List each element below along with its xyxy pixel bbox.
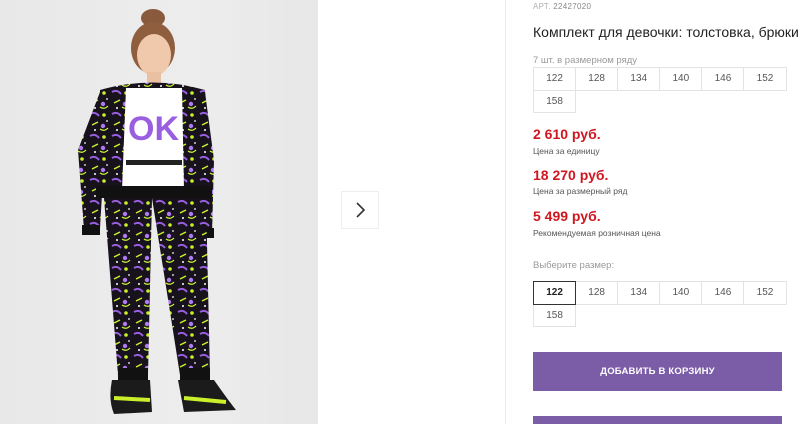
size-range-cell: 122 bbox=[533, 67, 577, 91]
size-option[interactable]: 146 bbox=[701, 281, 745, 305]
size-option[interactable]: 158 bbox=[533, 303, 577, 327]
chevron-right-icon bbox=[356, 202, 366, 218]
size-range-grid: 122 128 134 140 146 152 158 bbox=[533, 67, 787, 113]
range-price: 18 270 руб. bbox=[533, 167, 609, 183]
size-option[interactable]: 134 bbox=[617, 281, 661, 305]
product-photo: OK bbox=[0, 0, 318, 424]
size-option[interactable]: 152 bbox=[743, 281, 787, 305]
size-range-cell: 146 bbox=[701, 67, 745, 91]
size-option[interactable]: 128 bbox=[575, 281, 619, 305]
sku: АРТ. 22427020 bbox=[533, 2, 591, 11]
size-select-grid: 122 128 134 140 146 152 158 bbox=[533, 281, 787, 327]
retail-price-note: Рекомендуемая розничная цена bbox=[533, 228, 661, 238]
product-title: Комплект для девочки: толстовка, брюки bbox=[533, 24, 799, 40]
secondary-action-button[interactable] bbox=[533, 416, 782, 424]
size-range-cell: 134 bbox=[617, 67, 661, 91]
size-option[interactable]: 140 bbox=[659, 281, 703, 305]
svg-text:OK: OK bbox=[128, 110, 179, 148]
sku-value: 22427020 bbox=[553, 2, 592, 11]
unit-price: 2 610 руб. bbox=[533, 126, 601, 142]
unit-price-note: Цена за единицу bbox=[533, 146, 600, 156]
size-option-selected[interactable]: 122 bbox=[533, 281, 577, 305]
size-range-cell: 152 bbox=[743, 67, 787, 91]
retail-price: 5 499 руб. bbox=[533, 208, 601, 224]
product-photo-illustration: OK bbox=[78, 9, 236, 414]
range-price-note: Цена за размерный ряд bbox=[533, 186, 628, 196]
product-gallery: OK bbox=[0, 0, 505, 424]
size-range-label: 7 шт. в размерном ряду bbox=[533, 55, 638, 66]
panel-divider bbox=[505, 0, 506, 424]
size-select-label: Выберите размер: bbox=[533, 260, 615, 271]
size-range-cell: 158 bbox=[533, 89, 577, 113]
size-range-cell: 140 bbox=[659, 67, 703, 91]
add-to-cart-button[interactable]: ДОБАВИТЬ В КОРЗИНУ bbox=[533, 352, 782, 391]
gallery-next-button[interactable] bbox=[341, 191, 379, 229]
sku-label: АРТ. bbox=[533, 2, 551, 11]
size-range-cell: 128 bbox=[575, 67, 619, 91]
